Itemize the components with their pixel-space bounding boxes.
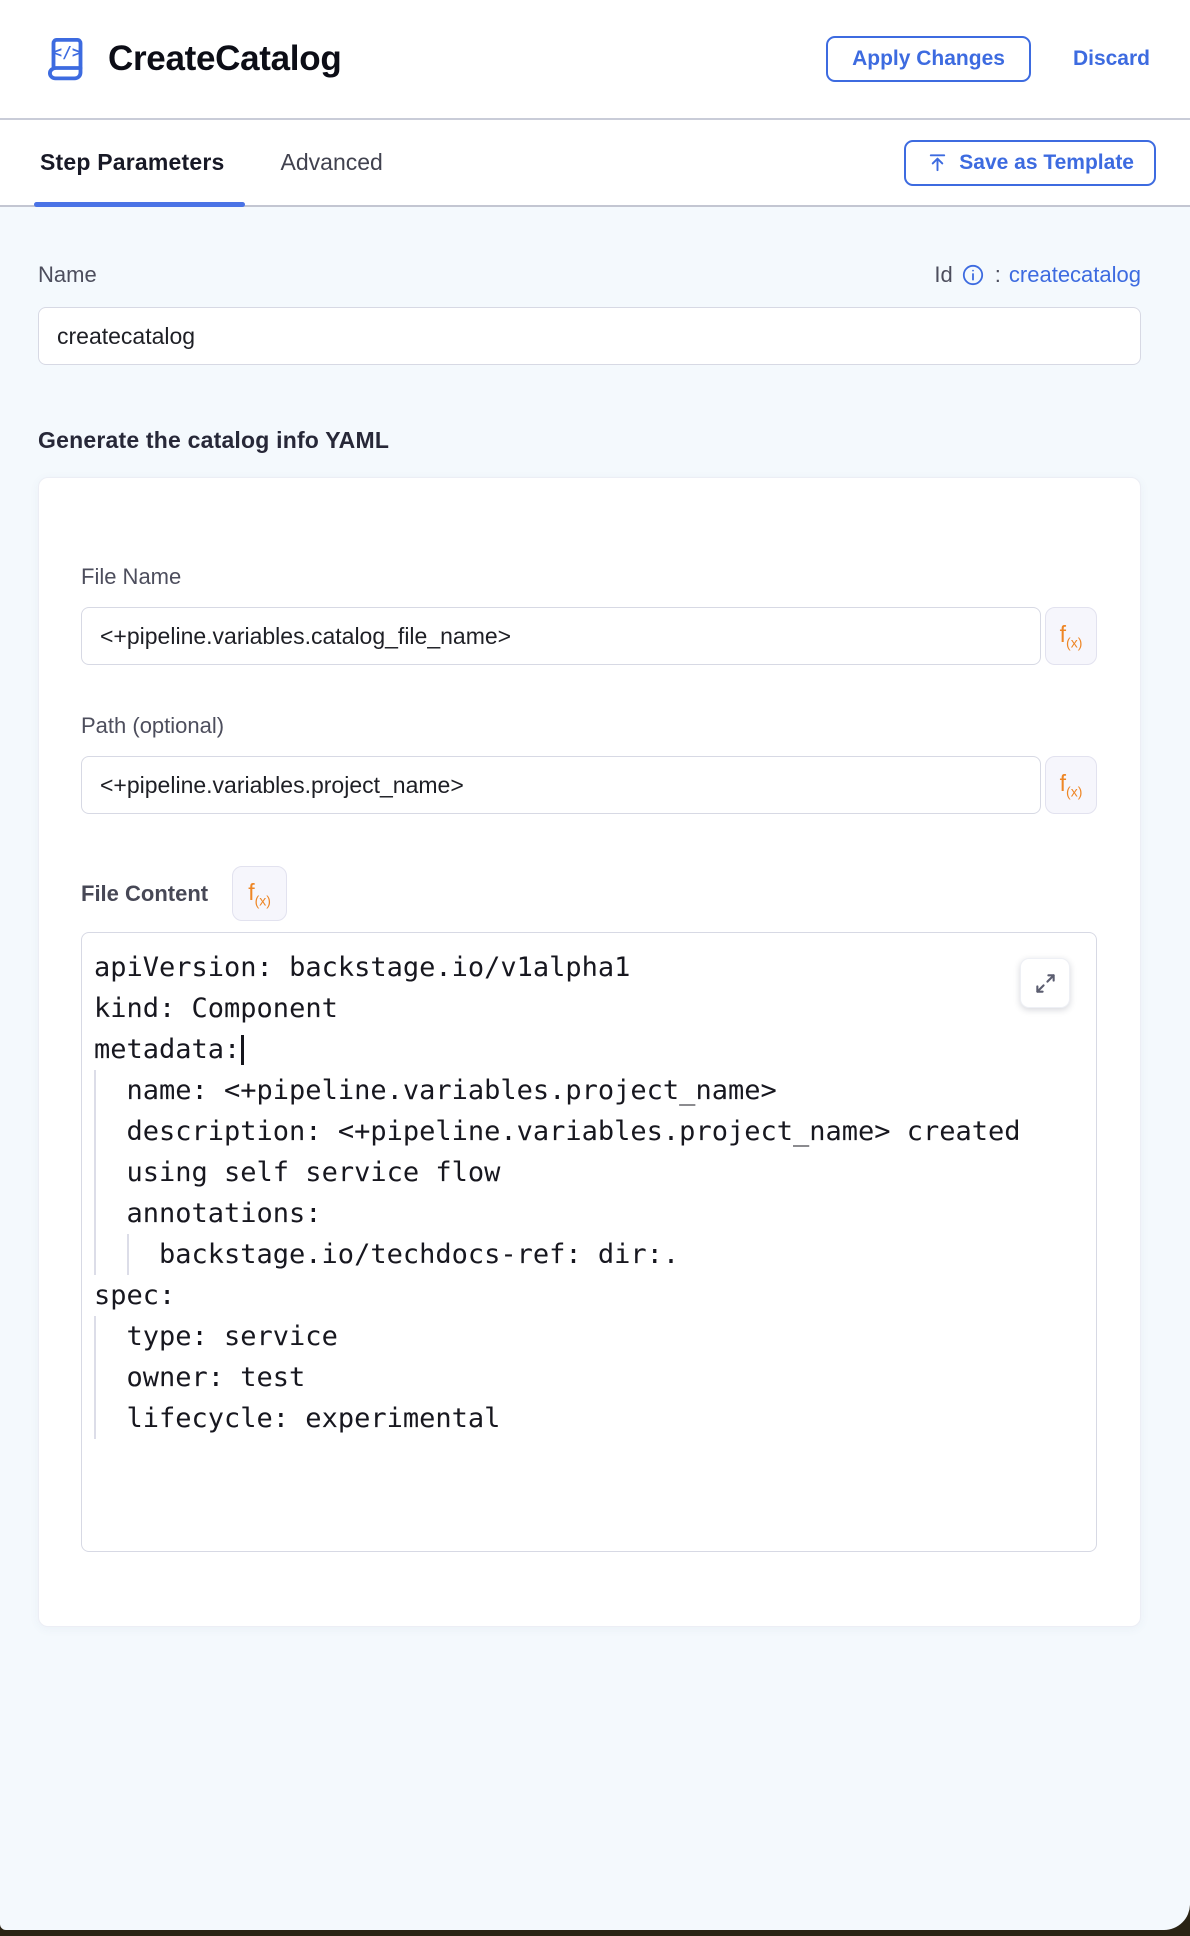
name-label: Name (38, 262, 97, 288)
discard-button[interactable]: Discard (1073, 47, 1150, 71)
step-form-card: File Name f(x) Path (optional) f(x) (38, 477, 1141, 1627)
code-line: backstage.io/techdocs-ref: dir:. (94, 1234, 1082, 1275)
step-parameters-content: Name Id : createcatalog Generate the cat… (0, 207, 1190, 1930)
code-line: description: <+pipeline.variables.projec… (94, 1111, 1082, 1152)
tab-advanced-label: Advanced (281, 149, 383, 176)
code-line: kind: Component (94, 988, 1082, 1029)
upload-template-icon (926, 151, 949, 174)
file-content-header: File Content f(x) (81, 866, 1097, 921)
title-wrap: </> CreateCatalog (40, 32, 826, 86)
file-name-fx-button[interactable]: f(x) (1045, 607, 1097, 665)
code-line: using self service flow (94, 1152, 1082, 1193)
path-group: Path (optional) f(x) (81, 713, 1097, 814)
svg-text:</>: </> (52, 43, 81, 62)
file-content-fx-button[interactable]: f(x) (232, 866, 287, 921)
code-line: metadata: (94, 1029, 1082, 1070)
panel-header: </> CreateCatalog Apply Changes Discard (0, 0, 1190, 120)
save-as-template-label: Save as Template (959, 151, 1134, 175)
fullscreen-expand-icon (1034, 972, 1057, 995)
code-line: spec: (94, 1275, 1082, 1316)
tab-advanced[interactable]: Advanced (275, 120, 389, 205)
apply-changes-button[interactable]: Apply Changes (826, 36, 1031, 82)
fx-icon: f(x) (248, 879, 271, 909)
name-id-row: Name Id : createcatalog (38, 262, 1141, 288)
code-line: type: service (94, 1316, 1082, 1357)
id-separator: : (995, 262, 1001, 288)
file-name-label: File Name (81, 564, 181, 589)
file-name-input[interactable] (81, 607, 1041, 665)
code-line: apiVersion: backstage.io/v1alpha1 (94, 947, 1082, 988)
code-line: lifecycle: experimental (94, 1398, 1082, 1439)
code-line: name: <+pipeline.variables.project_name> (94, 1070, 1082, 1111)
tab-step-parameters-label: Step Parameters (40, 149, 225, 176)
file-content-label: File Content (81, 881, 208, 907)
code-line: owner: test (94, 1357, 1082, 1398)
section-title: Generate the catalog info YAML (38, 427, 1141, 454)
text-cursor (241, 1035, 244, 1065)
path-label: Path (optional) (81, 713, 224, 738)
path-fx-button[interactable]: f(x) (1045, 756, 1097, 814)
id-value[interactable]: createcatalog (1009, 262, 1141, 288)
file-name-group: File Name f(x) (81, 564, 1097, 665)
script-step-icon: </> (40, 32, 94, 86)
tab-step-parameters[interactable]: Step Parameters (34, 120, 231, 205)
name-input[interactable] (38, 307, 1141, 365)
code-line: annotations: (94, 1193, 1082, 1234)
path-row: f(x) (81, 756, 1097, 814)
code-content: apiVersion: backstage.io/v1alpha1kind: C… (94, 947, 1082, 1439)
tab-bar: Step Parameters Advanced Save as Templat… (0, 120, 1190, 207)
page-title: CreateCatalog (108, 39, 341, 79)
id-label: Id (934, 262, 952, 288)
file-name-row: f(x) (81, 607, 1097, 665)
info-icon[interactable] (961, 263, 985, 287)
app-window: </> CreateCatalog Apply Changes Discard … (0, 0, 1190, 1936)
id-display: Id : createcatalog (934, 262, 1141, 288)
path-input[interactable] (81, 756, 1041, 814)
fx-icon: f(x) (1060, 621, 1083, 651)
fx-icon: f(x) (1060, 770, 1083, 800)
file-content-editor[interactable]: apiVersion: backstage.io/v1alpha1kind: C… (81, 932, 1097, 1552)
save-as-template-button[interactable]: Save as Template (904, 140, 1156, 186)
expand-editor-button[interactable] (1020, 958, 1070, 1008)
step-config-panel: </> CreateCatalog Apply Changes Discard … (0, 0, 1190, 1930)
